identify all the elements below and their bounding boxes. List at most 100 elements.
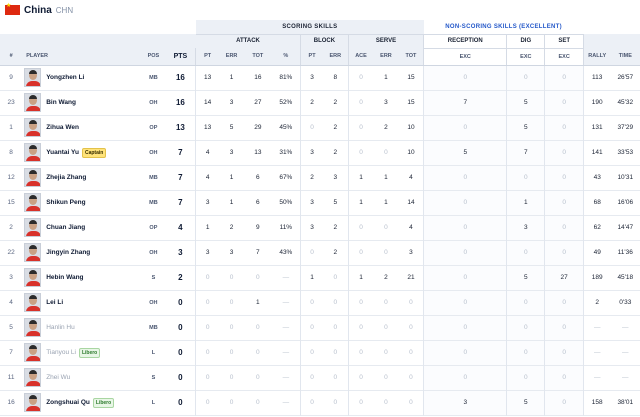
col-time[interactable]: TIME <box>610 48 640 66</box>
table-row[interactable]: 8 Yuantai Yu Captain OH 7 4 3 13 31% 3 2 0 0 10 5 7 0 141… <box>0 140 640 165</box>
table-row[interactable]: 7 Tianyou Li Libero L 0 0 0 0—0 0 0 0 0 0 0 0— — <box>0 340 640 365</box>
player-cell[interactable]: Hebin Wang <box>22 265 141 290</box>
player-cell[interactable]: Zhei Wu <box>22 365 141 390</box>
col-dig-exc[interactable]: EXC <box>506 48 546 66</box>
stat-time: 10'31 <box>617 174 634 181</box>
col-player[interactable]: PLAYER <box>22 48 142 66</box>
stat-atk-pct: — <box>271 340 302 365</box>
stat-atk-pct: 81% <box>271 65 302 90</box>
player-name[interactable]: Jingyin Zhang <box>46 249 90 256</box>
player-cell[interactable]: Zongshuai Qu Libero <box>22 390 141 415</box>
stat-blk-pt: 3 <box>310 199 314 206</box>
player-cell[interactable]: Chuan Jiang <box>22 215 141 240</box>
table-row[interactable]: 23 Bin Wang OH 16 14 3 27 52% 2 2 0 3 15 7 5 0 190 45'32 <box>0 90 640 115</box>
player-avatar <box>24 68 42 87</box>
table-row[interactable]: 4 Lei Li OH 0 0 0 1—0 0 0 0 0 0 0 0 2 0'33 <box>0 290 640 315</box>
stat-rally: 158 <box>591 399 603 406</box>
col-attack-tot[interactable]: TOT <box>244 48 272 66</box>
player-cell[interactable]: Tianyou Li Libero <box>22 340 141 365</box>
player-number: 5 <box>9 324 13 331</box>
stat-rally: 189 <box>591 274 603 281</box>
stat-atk-pct: 43% <box>271 240 302 265</box>
player-cell[interactable]: Zihua Wen <box>22 115 141 140</box>
player-name[interactable]: Shikun Peng <box>46 199 85 206</box>
col-position[interactable]: POS <box>141 48 166 66</box>
player-name[interactable]: Zihua Wen <box>46 124 79 131</box>
table-row[interactable]: 22 Jingyin Zhang OH 3 3 3 7 43% 0 2 0 0 3 0 0 0 49 11'36 <box>0 240 640 265</box>
table-row[interactable]: 12 Zhejia Zhang MB 7 4 1 6 67% 2 3 1 1 4 0 0 0 43 10'31 <box>0 165 640 190</box>
player-cell[interactable]: Zhejia Zhang <box>22 165 141 190</box>
player-name[interactable]: Zhejia Zhang <box>46 174 86 181</box>
player-name[interactable]: Zongshuai Qu <box>46 399 90 406</box>
table-row[interactable]: 15 Shikun Peng MB 7 3 1 6 50% 3 5 1 1 14 0 1 0 68 16'06 <box>0 190 640 215</box>
stat-set: 0 <box>544 215 584 240</box>
col-attack-pct[interactable]: % <box>271 48 302 66</box>
player-name[interactable]: Yuantai Yu <box>46 149 79 156</box>
stat-srv-err: 0 <box>384 349 388 356</box>
stat-rec: 7 <box>423 90 508 115</box>
table-row[interactable]: 1 Zihua Wen OP 13 13 5 29 45% 0 2 0 2 10 0 5 0 131 37'29 <box>0 115 640 140</box>
stat-srv-tot: 21 <box>398 265 425 290</box>
stat-atk-pt: 0 <box>205 274 210 281</box>
stat-rally: 131 <box>591 124 603 131</box>
player-cell[interactable]: Jingyin Zhang <box>22 240 141 265</box>
col-serve-err[interactable]: ERR <box>373 48 399 66</box>
col-points[interactable]: PTS <box>165 48 197 66</box>
stat-srv-ace: 0 <box>359 224 363 231</box>
stat-srv-tot: 0 <box>398 290 425 315</box>
player-name[interactable]: Hanlin Hu <box>46 324 75 331</box>
col-block-pt[interactable]: PT <box>300 48 323 66</box>
table-row[interactable]: 9 Yongzhen Li MB 16 13 1 16 81% 3 8 0 1 15 0 0 0 113 26'5… <box>0 65 640 90</box>
table-row[interactable]: 16 Zongshuai Qu Libero L 0 0 0 0—0 0 0 0 0 3 5 0 158 38'… <box>0 390 640 415</box>
stat-atk-pt: 0 <box>205 299 210 306</box>
player-name[interactable]: Zhei Wu <box>46 374 70 381</box>
col-attack-pt[interactable]: PT <box>195 48 219 66</box>
stat-rec: 0 <box>423 115 508 140</box>
player-cell[interactable]: Yuantai Yu Captain <box>22 140 141 165</box>
table-row[interactable]: 2 Chuan Jiang OP 4 1 2 9 11% 3 2 0 0 4 0 3 0 62 14'47 <box>0 215 640 240</box>
scoring-skills-header: SCORING SKILLS <box>195 20 424 35</box>
player-name[interactable]: Chuan Jiang <box>46 224 85 231</box>
stat-atk-tot: 0 <box>256 399 260 406</box>
col-number[interactable]: # <box>0 48 23 66</box>
stat-srv-ace: 0 <box>359 349 363 356</box>
stat-rec: 0 <box>423 265 508 290</box>
col-rally[interactable]: RALLY <box>583 48 611 66</box>
stat-dig: 0 <box>506 340 546 365</box>
table-row[interactable]: 5 Hanlin Hu MB 0 0 0 0—0 0 0 0 0 0 0 0— — <box>0 315 640 340</box>
stat-atk-pt: 1 <box>205 224 210 231</box>
player-name[interactable]: Tianyou Li <box>46 349 76 356</box>
col-attack-err[interactable]: ERR <box>218 48 245 66</box>
player-avatar <box>24 168 42 187</box>
player-name[interactable]: Bin Wang <box>46 99 76 106</box>
stat-set: 0 <box>544 115 584 140</box>
player-cell[interactable]: Yongzhen Li <box>22 65 141 90</box>
player-cell[interactable]: Shikun Peng <box>22 190 141 215</box>
player-points: 0 <box>165 365 197 390</box>
player-points: 16 <box>165 90 197 115</box>
player-cell[interactable]: Bin Wang <box>22 90 141 115</box>
player-number: 22 <box>7 249 15 256</box>
player-cell[interactable]: Lei Li <box>22 290 141 315</box>
col-serve-ace[interactable]: ACE <box>348 48 374 66</box>
stat-atk-tot: 13 <box>254 149 262 156</box>
stat-rec: 0 <box>423 290 508 315</box>
stat-atk-pct: 31% <box>271 140 302 165</box>
player-stats-table: SCORING SKILLS NON-SCORING SKILLS (EXCEL… <box>0 20 640 416</box>
player-cell[interactable]: Hanlin Hu <box>22 315 141 340</box>
stat-time: 14'47 <box>617 224 634 231</box>
player-name[interactable]: Lei Li <box>46 299 63 306</box>
col-block-err[interactable]: ERR <box>322 48 349 66</box>
stat-atk-pt: 0 <box>205 399 210 406</box>
stat-blk-pt: 0 <box>310 124 314 131</box>
col-set-exc[interactable]: EXC <box>544 48 584 66</box>
stat-atk-err: 0 <box>229 374 234 381</box>
stat-blk-pt: 0 <box>310 349 314 356</box>
table-row[interactable]: 3 Hebin Wang S 2 0 0 0—1 0 1 2 21 0 5 27 189 45'18 <box>0 265 640 290</box>
col-reception-exc[interactable]: EXC <box>423 48 508 66</box>
player-name[interactable]: Hebin Wang <box>46 274 83 281</box>
table-row[interactable]: 11 Zhei Wu S 0 0 0 0—0 0 0 0 0 0 0 0— — <box>0 365 640 390</box>
player-name[interactable]: Yongzhen Li <box>46 74 84 81</box>
stat-atk-err: 0 <box>229 324 234 331</box>
col-serve-tot[interactable]: TOT <box>398 48 425 66</box>
